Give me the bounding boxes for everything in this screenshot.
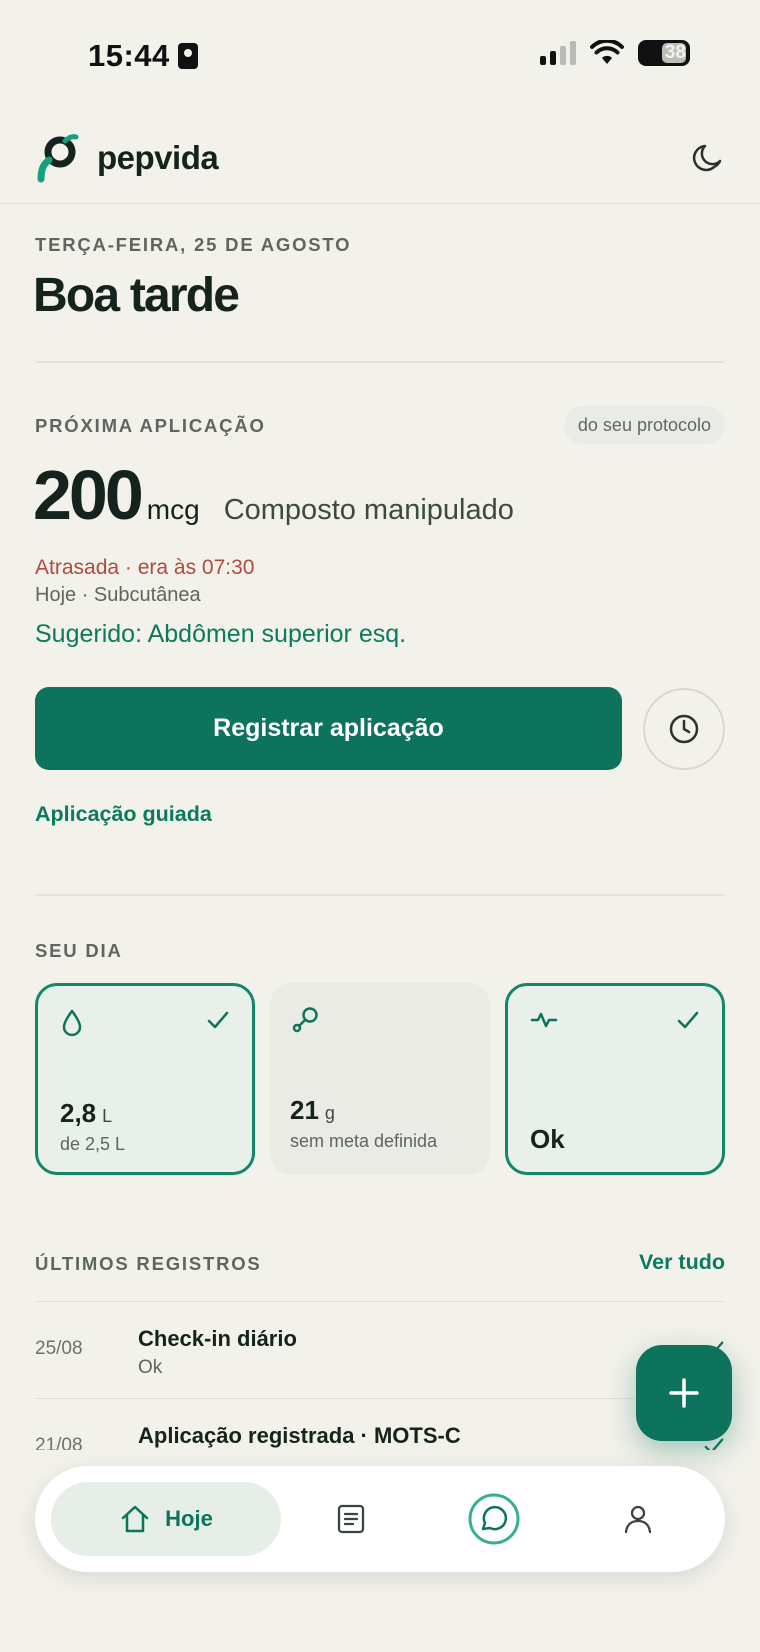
bottom-nav: Hoje [35,1466,725,1572]
wifi-icon [590,40,624,64]
document-icon [337,1504,365,1534]
record-title: Aplicação registrada · MOTS-C [138,1423,461,1448]
guided-application-link[interactable]: Aplicação guiada [35,802,212,827]
record-date: 25/08 [35,1338,83,1359]
status-time-text: 15:44 [88,38,170,73]
app-header: pepvida [0,128,760,204]
id-card-icon [177,43,198,69]
protein-goal: sem meta definida [290,1131,438,1151]
status-indicators: 38 [540,40,690,66]
protein-icon [292,1007,318,1033]
record-title: Check-in diário [138,1326,297,1351]
divider [35,894,725,896]
record-row[interactable]: 21/08 Aplicação registrada · MOTS-C [35,1398,725,1450]
protein-unit: g [324,1103,335,1123]
current-date: TERÇA-FEIRA, 25 DE AGOSTO [35,234,352,255]
brand: pepvida [35,133,219,183]
plus-icon [669,1378,699,1408]
dark-mode-toggle[interactable] [686,136,730,180]
checkin-status: Ok [530,1124,565,1154]
checkin-card[interactable]: Ok [505,983,725,1175]
protein-value: 21 [290,1095,319,1125]
next-dose-label: PRÓXIMA APLICAÇÃO [35,415,266,436]
dose-amount: 200 [33,456,144,534]
nav-home[interactable]: Hoje [51,1482,281,1556]
water-unit: L [102,1106,113,1126]
pulse-icon [530,1012,558,1028]
register-application-button[interactable]: Registrar aplicação [35,687,622,770]
nav-home-label: Hoje [165,1506,213,1531]
divider [35,361,725,363]
protocol-chip: do seu protocolo [563,406,725,444]
record-row[interactable]: 25/08 Check-in diário Ok [35,1301,725,1398]
nav-chat[interactable] [449,1466,539,1572]
add-button[interactable] [636,1345,732,1441]
water-value: 2,8 [60,1098,97,1128]
chat-icon [468,1493,520,1545]
records-label: ÚLTIMOS REGISTROS [35,1253,262,1274]
dose-unit: mcg [146,494,200,525]
record-date: 21/08 [35,1435,83,1450]
water-card[interactable]: 2,8 L de 2,5 L [35,983,255,1175]
home-icon [121,1505,149,1533]
greeting-title: Boa tarde [33,269,240,322]
nav-records[interactable] [306,1466,396,1572]
app-name: pepvida [97,139,219,176]
user-icon [624,1505,652,1534]
signal-icon [540,41,576,65]
status-time: 15:44 [88,38,198,74]
check-icon [677,1011,699,1029]
moon-icon [692,144,722,172]
battery-level: 38 [664,42,686,63]
nav-profile[interactable] [593,1466,683,1572]
dose-when: Hoje · Subcutânea [35,584,201,606]
schedule-button[interactable] [643,688,725,770]
see-all-link[interactable]: Ver tudo [639,1250,725,1275]
battery-icon: 38 [638,40,690,66]
water-drop-icon [62,1009,82,1037]
your-day-label: SEU DIA [35,940,123,961]
record-subtitle: Ok [138,1357,163,1378]
protein-card[interactable]: 21 g sem meta definida [270,983,490,1175]
clock-icon [669,714,699,744]
water-goal: de 2,5 L [60,1134,126,1154]
pepvida-logo-icon [37,134,79,183]
dose-summary: 200 mcg Composto manipulado [33,455,514,535]
status-bar: 15:44 38 [0,0,760,110]
check-icon [207,1011,229,1029]
compound-name: Composto manipulado [223,494,514,526]
site-suggestion: Sugerido: Abdômen superior esq. [35,620,407,648]
late-status: Atrasada · era às 07:30 [35,556,255,579]
